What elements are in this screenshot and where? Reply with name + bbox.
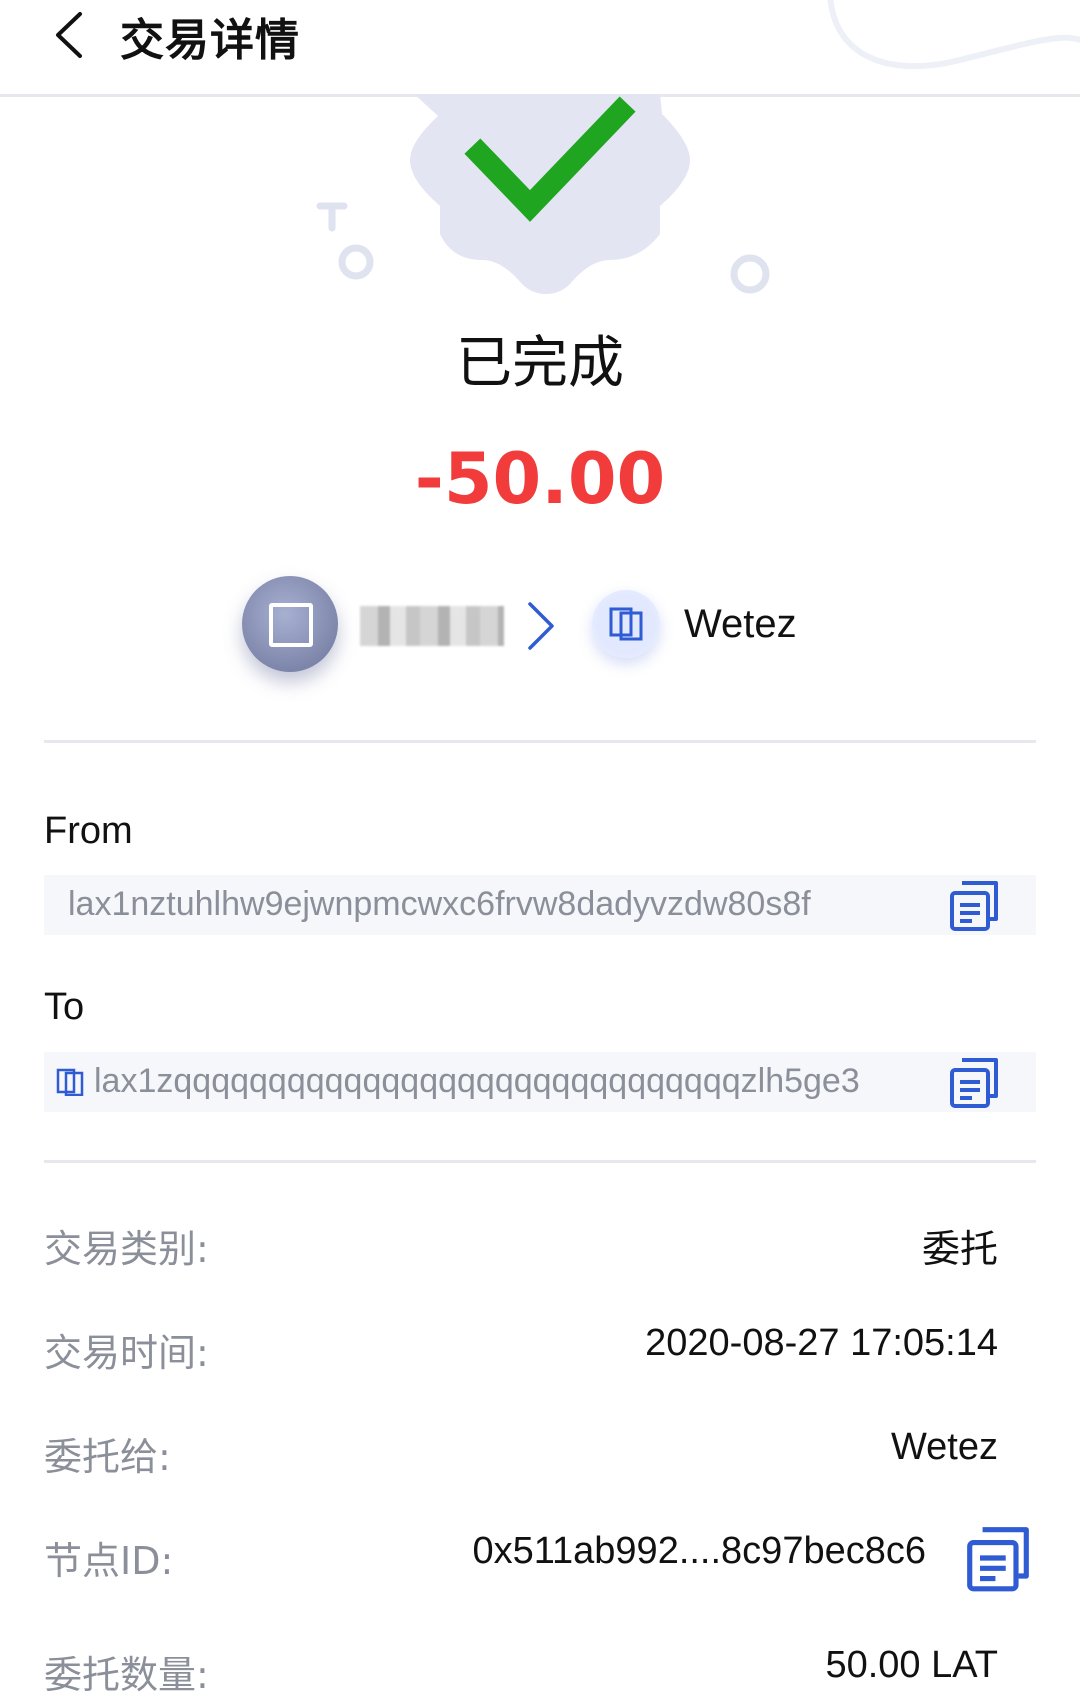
decorative-wave [827, 0, 1080, 70]
node-avatar [592, 590, 660, 658]
detail-label-node-id: 节点ID: [44, 1539, 174, 1583]
from-name-redacted [360, 606, 504, 646]
amount: -50.00 [414, 438, 666, 520]
top-bar: 交易详情 [0, 0, 1080, 97]
detail-label-delegate-to: 委托给: [44, 1435, 171, 1479]
from-label: From [44, 810, 133, 852]
page-title: 交易详情 [120, 15, 300, 66]
to-label: To [44, 986, 85, 1028]
detail-value-amount: 50.00 LAT [825, 1644, 998, 1686]
divider [44, 1160, 1036, 1163]
detail-value-delegate-to: Wetez [890, 1426, 998, 1468]
to-address-box: lax1zqqqqqqqqqqqqqqqqqqqqqqqqqqqqqqzlh5g… [44, 1052, 1036, 1112]
copy-icon[interactable] [946, 877, 1002, 933]
detail-label-type: 交易类别: [44, 1227, 209, 1271]
detail-value-time: 2020-08-27 17:05:14 [645, 1322, 998, 1364]
divider [44, 740, 1036, 743]
status-text: 已完成 [456, 331, 624, 396]
chevron-right-icon [528, 602, 554, 650]
copy-icon[interactable] [946, 1054, 1002, 1110]
detail-label-time: 交易时间: [44, 1331, 209, 1375]
detail-value-node-id: 0x511ab992....8c97bec8c6 [472, 1530, 926, 1572]
detail-value-type: 委托 [921, 1227, 998, 1271]
from-avatar [242, 576, 338, 672]
copy-icon[interactable] [962, 1522, 1034, 1594]
detail-label-amount: 委托数量: [44, 1653, 209, 1697]
node-icon [609, 607, 643, 641]
node-icon [56, 1068, 84, 1096]
from-address-box: lax1nztuhlhw9ejwnpmcwxc6frvw8dadyvzdw80s… [44, 875, 1036, 935]
transfer-flow: Wetez [0, 572, 1080, 682]
back-icon[interactable] [48, 6, 88, 64]
success-badge [316, 94, 770, 294]
to-node-name: Wetez [684, 602, 797, 646]
to-address: lax1zqqqqqqqqqqqqqqqqqqqqqqqqqqqqqqzlh5g… [94, 1062, 860, 1100]
from-address: lax1nztuhlhw9ejwnpmcwxc6frvw8dadyvzdw80s… [68, 885, 811, 923]
